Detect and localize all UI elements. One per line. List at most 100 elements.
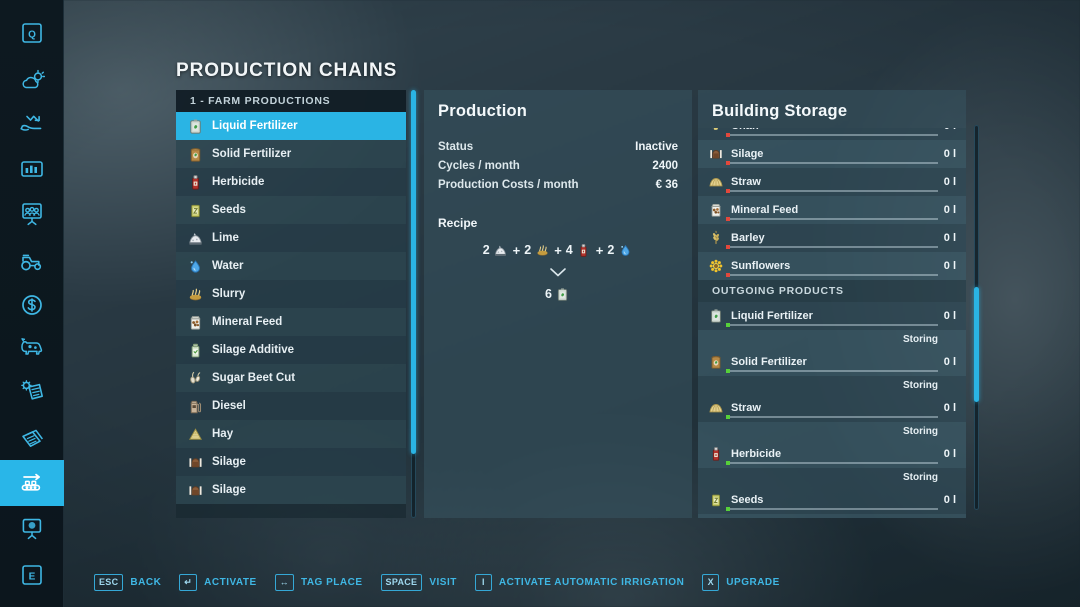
help-hint-label: UPGRADE <box>726 576 780 588</box>
production-list-item-label: Slurry <box>212 288 246 300</box>
production-list-item[interactable]: Slurry <box>176 280 406 308</box>
building-storage-list[interactable]: Chaff0 lSilage0 lStraw0 lMineral Feed0 l… <box>698 128 966 518</box>
production-list-group-header: 1 - FARM PRODUCTIONS <box>176 90 406 112</box>
storage-fill-bar <box>726 323 938 327</box>
production-list-item[interactable]: Sugar Beet Cut <box>176 364 406 392</box>
help-hint-label: ACTIVATE <box>204 576 257 588</box>
employees-icon <box>19 200 45 226</box>
sidebar-item-production-chains[interactable] <box>0 460 64 506</box>
help-hint-key: I <box>474 573 492 591</box>
storage-row[interactable]: Barley 0 l <box>698 224 966 252</box>
page-title: PRODUCTION CHAINS <box>176 60 398 81</box>
sidebar-item-map-overview[interactable] <box>0 505 64 551</box>
storage-fill-bar <box>726 461 938 465</box>
storage-row-status: Storing <box>698 330 966 348</box>
production-list-scroll-thumb[interactable] <box>411 90 416 454</box>
production-list-item[interactable]: Lime <box>176 224 406 252</box>
storage-row[interactable]: Herbicide 0 l <box>698 440 966 468</box>
sidebar-item-vehicles[interactable] <box>0 238 64 284</box>
slurry-icon <box>534 242 550 258</box>
production-list-item[interactable]: Solid Fertilizer <box>176 140 406 168</box>
production-list-item-label: Solid Fertilizer <box>212 148 292 160</box>
sidebar-item-prices[interactable] <box>0 98 64 144</box>
recipe-input-amount: 2 <box>524 242 532 257</box>
storage-fill-bar <box>726 189 938 193</box>
building-storage-scrollbar[interactable] <box>974 125 979 510</box>
production-list-item[interactable]: Herbicide <box>176 168 406 196</box>
production-list-item[interactable]: Silage Additive <box>176 336 406 364</box>
storage-row-amount: 0 l <box>944 128 956 132</box>
help-bar: ESC BACK ↵ ACTIVATE ↔ TAG PLACE SPACE VISIT I ACT… <box>64 557 1080 607</box>
production-list-item[interactable]: Silage <box>176 448 406 476</box>
storage-fill-indicator <box>726 461 730 465</box>
seeds-icon <box>185 200 205 220</box>
sidebar-rail: QE <box>0 0 64 607</box>
production-stat-row: Production Costs / month € 36 <box>424 175 692 194</box>
storage-row-label: Chaff <box>731 128 944 132</box>
silage-icon <box>185 480 205 500</box>
lime-icon <box>185 228 205 248</box>
production-list-item[interactable]: Diesel <box>176 392 406 420</box>
help-hint-label: VISIT <box>429 576 457 588</box>
storage-row-label: Seeds <box>731 494 764 506</box>
storage-row[interactable]: Chaff0 l <box>698 128 966 140</box>
sidebar-item-exit[interactable]: E <box>0 552 64 598</box>
storage-row[interactable]: Seeds 0 l <box>698 486 966 514</box>
help-hint[interactable]: I ACTIVATE AUTOMATIC IRRIGATION <box>474 573 685 591</box>
sidebar-item-statistics[interactable] <box>0 146 64 192</box>
outgoing-products-header: OUTGOING PRODUCTS <box>698 280 966 302</box>
help-hint[interactable]: ESC BACK <box>94 573 161 591</box>
sidebar-item-employees[interactable] <box>0 190 64 236</box>
help-hint-label: ACTIVATE AUTOMATIC IRRIGATION <box>498 576 685 588</box>
storage-row-label: Herbicide <box>731 448 782 460</box>
help-hint[interactable]: SPACE VISIT <box>380 573 457 591</box>
production-stat-row: Status Inactive <box>424 137 692 156</box>
help-hint[interactable]: X UPGRADE <box>702 573 780 591</box>
building-storage-scroll-thumb[interactable] <box>974 286 979 403</box>
storage-row[interactable]: Straw 0 l <box>698 394 966 422</box>
help-hint[interactable]: ↔ TAG PLACE <box>274 573 363 591</box>
production-list-item[interactable]: Water <box>176 252 406 280</box>
storage-row-label: Mineral Feed <box>731 204 799 216</box>
recipe-output-term: 6 <box>545 286 571 302</box>
recipe-input-amount: 4 <box>565 242 573 257</box>
production-list-item[interactable]: Hay <box>176 420 406 448</box>
recipe-plus-separator: + <box>512 242 521 258</box>
sidebar-item-quests[interactable]: Q <box>0 10 64 56</box>
herbicide-icon <box>576 242 592 258</box>
production-list-item-label: Sugar Beet Cut <box>212 372 296 384</box>
recipe-input-term: 4 <box>566 242 592 258</box>
help-hint[interactable]: ↵ ACTIVATE <box>179 573 257 591</box>
water-icon <box>617 242 633 258</box>
storage-fill-indicator <box>726 161 730 165</box>
storage-row[interactable]: Liquid Fertilizer 0 l <box>698 302 966 330</box>
production-list-scrollbar[interactable] <box>411 90 416 518</box>
sidebar-item-animals[interactable] <box>0 324 64 370</box>
storage-row[interactable]: Solid Fertilizer 0 l <box>698 348 966 376</box>
storage-fill-indicator <box>726 217 730 221</box>
production-stat-value: € 36 <box>655 178 678 191</box>
production-list-item-label: Silage <box>212 456 246 468</box>
storage-row[interactable]: Mineral Feed 0 l <box>698 196 966 224</box>
storage-fill-indicator <box>726 323 730 327</box>
production-list-item[interactable]: Liquid Fertilizer <box>176 112 406 140</box>
help-hint-key: X <box>702 573 720 591</box>
production-list-item[interactable]: Silage <box>176 476 406 504</box>
storage-row[interactable]: Silage 0 l <box>698 140 966 168</box>
storage-row-label: Straw <box>731 176 761 188</box>
sidebar-item-finances[interactable] <box>0 282 64 328</box>
storage-row[interactable]: Sunflowers 0 l <box>698 252 966 280</box>
storage-fill-indicator <box>726 245 730 249</box>
production-stat-label: Cycles / month <box>438 159 520 172</box>
sidebar-item-settings[interactable] <box>0 368 64 414</box>
diesel-icon <box>185 396 205 416</box>
storage-row[interactable]: Straw 0 l <box>698 168 966 196</box>
storage-row-status: Storing <box>698 376 966 394</box>
barley-icon <box>707 229 725 247</box>
production-list-item[interactable]: Seeds <box>176 196 406 224</box>
production-list-item[interactable]: Mineral Feed <box>176 308 406 336</box>
production-list-item-label: Seeds <box>212 204 246 216</box>
production-list[interactable]: Liquid Fertilizer Solid Fertilizer Herbici… <box>176 112 406 504</box>
production-list-item-label: Liquid Fertilizer <box>212 120 298 132</box>
sidebar-item-contracts[interactable] <box>0 416 64 462</box>
